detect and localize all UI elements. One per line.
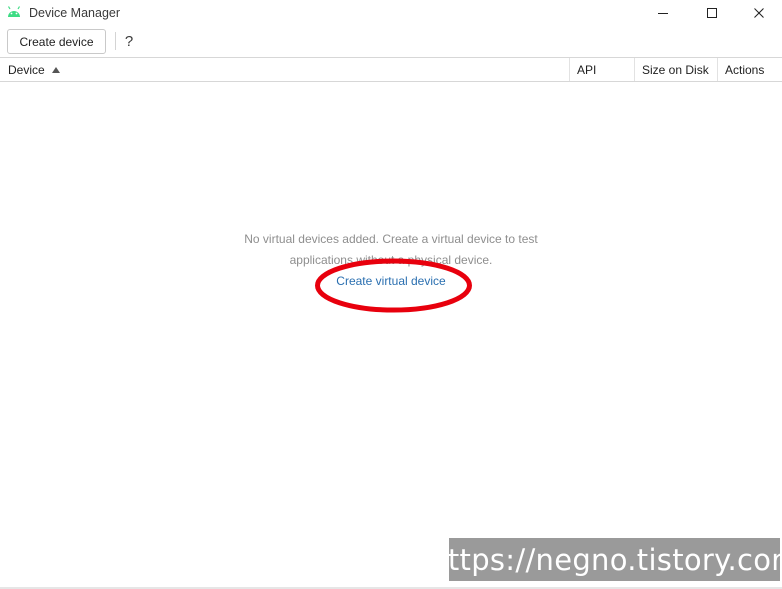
toolbar-separator [115,32,116,50]
window-title: Device Manager [29,6,121,20]
sort-ascending-icon [51,66,60,73]
column-header-size-on-disk[interactable]: Size on Disk [642,58,709,81]
title-bar: Device Manager [0,0,782,26]
toolbar: Create device ? [0,26,782,57]
close-icon [754,8,764,18]
minimize-button[interactable] [640,0,686,26]
column-divider[interactable] [717,58,718,81]
help-button[interactable]: ? [120,29,138,54]
watermark-text: https://negno.tistory.com [429,542,782,577]
maximize-button[interactable] [689,0,735,26]
minimize-icon [658,13,668,14]
device-table-header: Device API Size on Disk Actions [0,57,782,82]
create-device-button[interactable]: Create device [7,29,106,54]
empty-state-message: No virtual devices added. Create a virtu… [244,232,538,267]
android-icon [7,6,21,17]
column-header-device[interactable]: Device [8,58,60,81]
column-divider[interactable] [634,58,635,81]
watermark: https://negno.tistory.com [429,538,782,581]
close-button[interactable] [736,0,782,26]
column-header-device-label: Device [8,62,45,77]
column-divider[interactable] [569,58,570,81]
maximize-icon [707,8,717,18]
column-header-api[interactable]: API [577,58,596,81]
column-header-actions[interactable]: Actions [725,58,764,81]
create-virtual-device-link[interactable]: Create virtual device [320,274,462,288]
